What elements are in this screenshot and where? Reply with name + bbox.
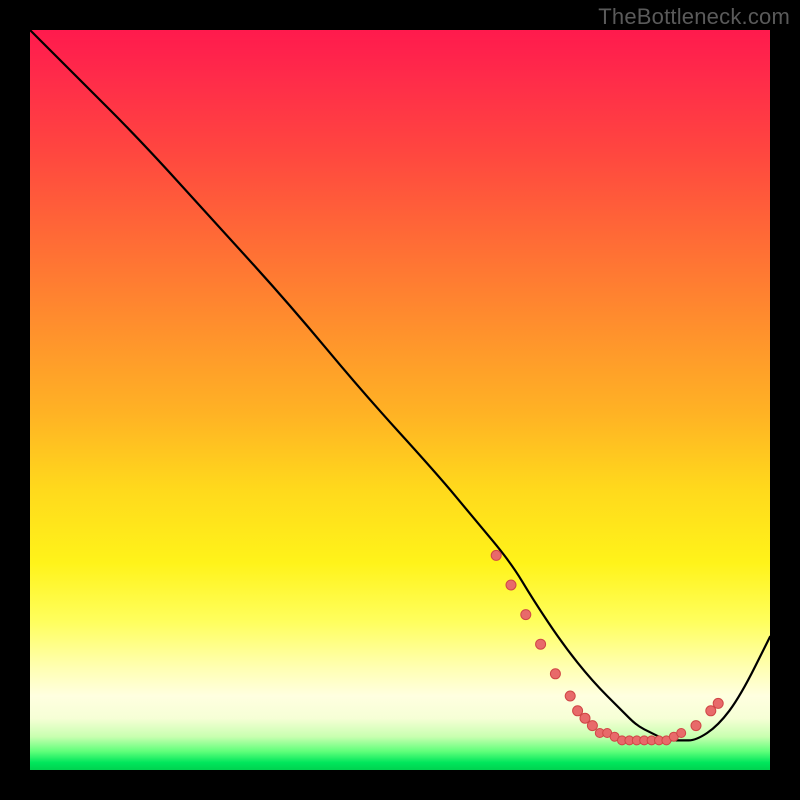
chart-plot-area — [30, 30, 770, 770]
curve-marker — [706, 706, 716, 716]
curve-marker — [536, 639, 546, 649]
curve-marker — [587, 721, 597, 731]
curve-marker — [550, 669, 560, 679]
attribution-label: TheBottleneck.com — [598, 4, 790, 30]
chart-svg-layer — [30, 30, 770, 770]
curve-markers-group — [491, 550, 723, 745]
bottleneck-curve — [30, 30, 770, 740]
page-root: TheBottleneck.com — [0, 0, 800, 800]
curve-marker — [565, 691, 575, 701]
curve-marker — [573, 706, 583, 716]
curve-marker — [691, 721, 701, 731]
curve-marker — [521, 610, 531, 620]
curve-marker — [677, 729, 686, 738]
curve-marker — [713, 698, 723, 708]
curve-marker — [491, 550, 501, 560]
curve-marker — [506, 580, 516, 590]
curve-marker — [580, 713, 590, 723]
